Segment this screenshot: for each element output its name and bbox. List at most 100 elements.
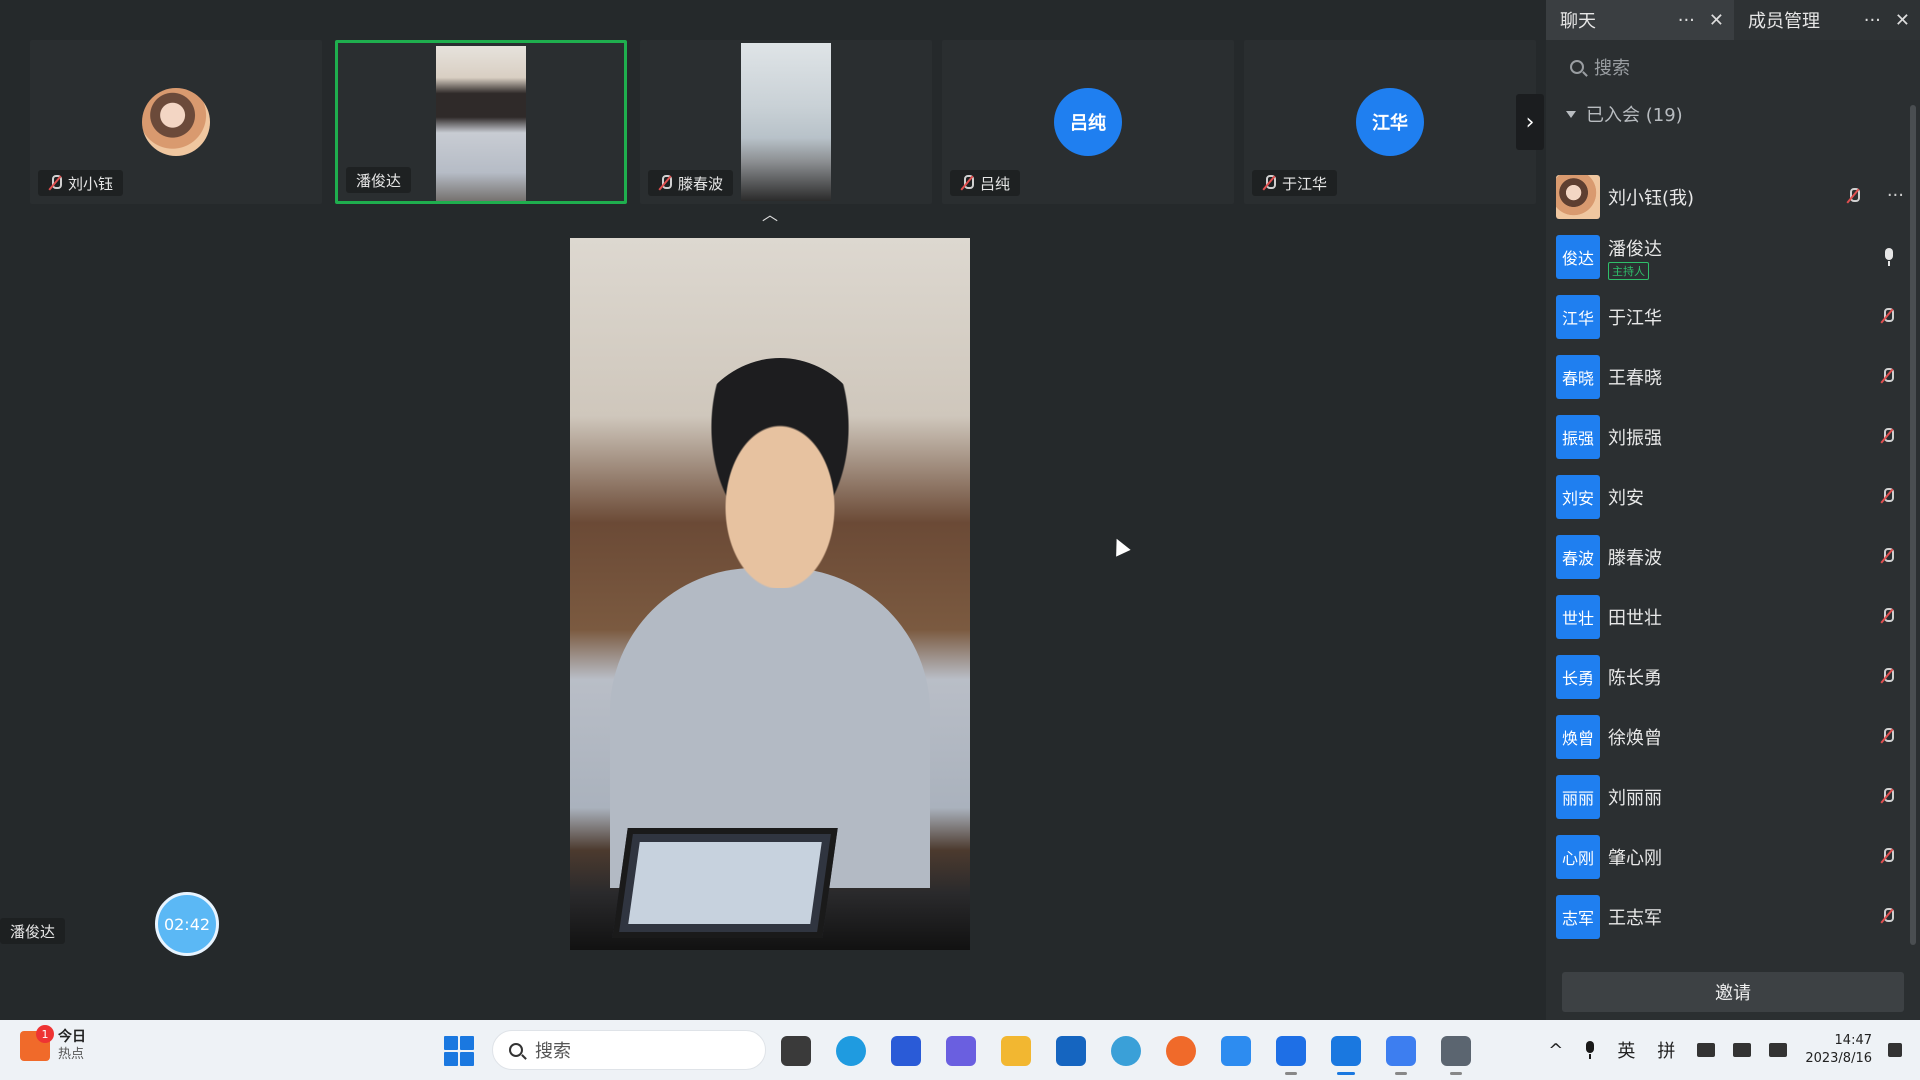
member-row[interactable]: 刘小钰(我) ··· [1546, 167, 1906, 227]
wifi-icon[interactable] [1697, 1043, 1716, 1057]
member-name-block: 徐焕曾 [1608, 724, 1662, 750]
member-avatar: 世壮 [1556, 595, 1600, 639]
mic-muted-icon[interactable] [1880, 488, 1894, 508]
mic-muted-icon[interactable] [1880, 668, 1894, 688]
feishu-icon[interactable] [1276, 1036, 1306, 1075]
member-row[interactable]: 心刚 肇心刚 [1546, 827, 1906, 887]
mic-muted-icon[interactable] [1880, 728, 1894, 748]
mic-muted-icon[interactable] [1880, 848, 1894, 868]
member-row[interactable]: 江华 于江华 [1546, 287, 1906, 347]
taskbar-search-box[interactable]: 搜索 [492, 1030, 766, 1070]
screen-record-icon[interactable] [1386, 1036, 1416, 1075]
strip-collapse-button[interactable]: ︿ [760, 207, 780, 223]
member-row[interactable]: 志军 王志军 [1546, 887, 1906, 947]
members-more-icon[interactable]: ··· [1864, 10, 1881, 31]
mic-muted-icon[interactable] [1880, 608, 1894, 628]
member-row[interactable]: 长勇 陈长勇 [1546, 647, 1906, 707]
edge-browser-icon[interactable] [836, 1036, 866, 1066]
chat-app-icon[interactable] [1221, 1036, 1251, 1066]
participant-tile[interactable]: 江华 于江华 [1244, 40, 1536, 204]
participant-tile[interactable]: 滕春波 [640, 40, 932, 204]
member-name: 王春晓 [1608, 368, 1662, 389]
invite-button[interactable]: 邀请 [1562, 972, 1904, 1012]
strip-next-button[interactable]: › [1516, 94, 1544, 150]
participant-name-tag: 吕纯 [950, 170, 1021, 196]
mic-muted-icon [658, 175, 672, 191]
member-avatar: 心刚 [1556, 835, 1600, 879]
mic-muted-icon[interactable] [1846, 188, 1860, 208]
battery-icon[interactable] [1769, 1043, 1788, 1057]
tab-chat[interactable]: 聊天 ··· ✕ [1546, 0, 1734, 40]
mic-muted-icon[interactable] [1880, 908, 1894, 928]
member-name-block: 田世壮 [1608, 604, 1662, 630]
member-row[interactable]: 丽丽 刘丽丽 [1546, 767, 1906, 827]
ime-language[interactable]: 英 [1617, 1037, 1635, 1063]
taskbar-search-placeholder: 搜索 [535, 1041, 571, 1062]
member-row[interactable]: 春晓 王春晓 [1546, 347, 1906, 407]
member-row[interactable]: 焕曾 徐焕曾 [1546, 707, 1906, 767]
mic-muted-icon[interactable] [1880, 368, 1894, 388]
video-tablet [612, 828, 838, 938]
member-row[interactable]: 刘安 刘安 [1546, 467, 1906, 527]
mic-muted-icon [1262, 175, 1276, 191]
participant-strip: 刘小钰 潘俊达滕春波 吕纯 吕纯 江华 于江华 [0, 0, 1546, 220]
member-row[interactable]: 振强 刘振强 [1546, 407, 1906, 467]
ime-mode[interactable]: 拼 [1657, 1037, 1675, 1063]
news-widget[interactable]: 1 今日 热点 [20, 1025, 86, 1064]
meeting-timer[interactable]: 02:42 [155, 892, 219, 956]
microsoft-store-icon[interactable] [891, 1036, 921, 1066]
chat-close-icon[interactable]: ✕ [1709, 10, 1724, 31]
news-title: 今日 [58, 1029, 86, 1045]
system-tray: ^ 英 拼 14:47 2023/8/16 [1548, 1020, 1920, 1080]
tab-chat-label: 聊天 [1560, 11, 1596, 32]
mic-muted-icon[interactable] [1880, 428, 1894, 448]
participant-tile[interactable]: 吕纯 吕纯 [942, 40, 1234, 204]
member-name-block: 潘俊达 主持人 [1608, 235, 1662, 280]
security-app-icon[interactable] [1056, 1036, 1086, 1066]
copilot-icon[interactable] [946, 1036, 976, 1066]
members-close-icon[interactable]: ✕ [1895, 10, 1910, 31]
mic-muted-icon[interactable] [1880, 548, 1894, 568]
member-avatar: 春波 [1556, 535, 1600, 579]
news-subtitle: 热点 [58, 1047, 85, 1062]
mic-muted-icon[interactable] [1880, 308, 1894, 328]
member-row[interactable]: 春波 滕春波 [1546, 527, 1906, 587]
clock[interactable]: 14:47 2023/8/16 [1805, 1032, 1872, 1068]
participant-name-tag: 刘小钰 [38, 170, 124, 196]
participant-tile[interactable]: 潘俊达 [335, 40, 627, 204]
start-button-icon[interactable] [444, 1036, 474, 1066]
notification-icon[interactable] [1888, 1043, 1902, 1057]
member-avatar: 刘安 [1556, 475, 1600, 519]
participant-camera [741, 43, 831, 201]
meeting-app-icon[interactable] [1331, 1036, 1361, 1075]
tray-overflow-icon[interactable]: ^ [1548, 1040, 1563, 1061]
chat-more-icon[interactable]: ··· [1678, 10, 1695, 31]
participant-name: 于江华 [1282, 174, 1328, 193]
file-explorer-icon[interactable] [1001, 1036, 1031, 1066]
joined-section-header[interactable]: 已入会 (19) [1546, 94, 1920, 134]
news-badge: 1 [36, 1025, 54, 1043]
tray-mic-icon[interactable] [1585, 1041, 1595, 1059]
member-avatar [1556, 175, 1600, 219]
task-view-icon[interactable] [781, 1036, 811, 1066]
member-row[interactable]: 俊达 潘俊达 主持人 [1546, 227, 1906, 287]
member-more-icon[interactable]: ··· [1887, 185, 1904, 206]
member-search-input[interactable]: 搜索 [1558, 50, 1908, 84]
member-row[interactable]: 世壮 田世壮 [1546, 587, 1906, 647]
member-list-scrollbar[interactable] [1910, 105, 1916, 945]
news-text: 今日 热点 [58, 1028, 86, 1064]
mic-muted-icon[interactable] [1880, 788, 1894, 808]
settings-icon[interactable] [1441, 1036, 1471, 1075]
meeting-area: 刘小钰 潘俊达 滕春波 吕纯 吕纯 江华 于江华 › ︿ 潘俊达 02:42 [0, 0, 1546, 1020]
mic-muted-icon [48, 175, 62, 191]
browser-app-icon[interactable] [1111, 1036, 1141, 1066]
firefox-icon[interactable] [1166, 1036, 1196, 1066]
participant-name: 滕春波 [678, 174, 724, 193]
volume-icon[interactable] [1733, 1043, 1752, 1057]
member-name: 滕春波 [1608, 548, 1662, 569]
member-avatar: 俊达 [1556, 235, 1600, 279]
mic-on-icon[interactable] [1884, 248, 1894, 270]
speaker-name-label: 潘俊达 [0, 918, 66, 944]
tab-members[interactable]: 成员管理 ··· ✕ [1734, 0, 1920, 40]
participant-tile[interactable]: 刘小钰 [30, 40, 322, 204]
